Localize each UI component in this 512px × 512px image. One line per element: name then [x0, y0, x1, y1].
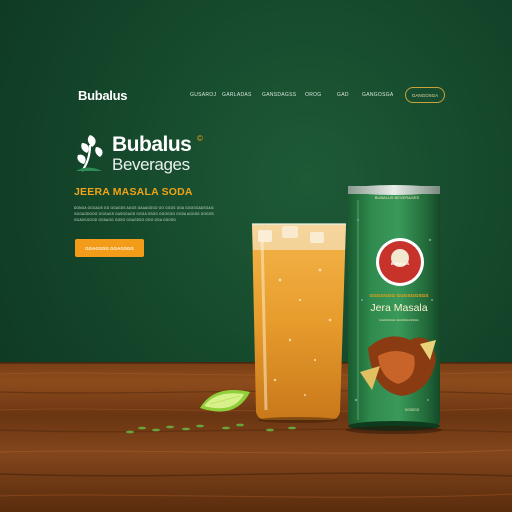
herb-sprigs — [126, 423, 296, 434]
can-bottom-text: GGGSGG — [404, 408, 420, 412]
landing-page: Bubalus GUSAROJ GARLADAS GANSDAGSS OROG … — [0, 0, 512, 512]
can-logo-text: BUBALUS — [390, 262, 410, 266]
soda-glass — [252, 223, 346, 423]
can-brand-text: BUBALUS BEVERAGES — [374, 195, 420, 200]
can-flavor-description: GGGSGGG GGGSGGGSGG — [379, 318, 419, 322]
lime-slice — [200, 390, 250, 412]
product-scene — [126, 185, 442, 434]
can-flavor-tagline: GGGSGGG GGGSGGSGS — [369, 294, 429, 299]
can-flavor-name: Jera Masala — [370, 302, 428, 314]
